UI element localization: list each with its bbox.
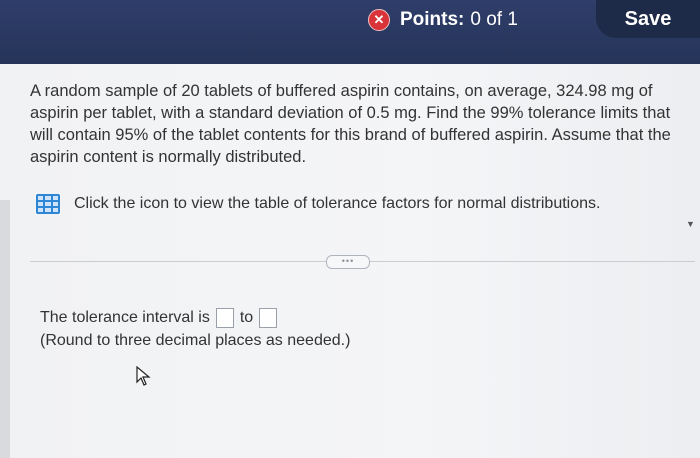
points-value: 0 of 1 [470, 9, 518, 30]
points-label: Points: [400, 9, 465, 30]
expand-more-button[interactable]: ••• [326, 255, 370, 269]
scroll-down-icon[interactable]: ▼ [686, 219, 695, 229]
window-edge [0, 200, 10, 458]
mouse-pointer-icon [136, 366, 151, 386]
answer-line: The tolerance interval is to [40, 308, 283, 328]
answer-prefix: The tolerance interval is [40, 309, 210, 326]
x-circle-icon: ✕ [368, 9, 390, 31]
tolerance-table-link[interactable]: Click the icon to view the table of tole… [36, 194, 600, 214]
table-icon[interactable] [36, 194, 60, 214]
question-panel: A random sample of 20 tablets of buffere… [0, 64, 700, 458]
save-button[interactable]: Save [596, 0, 700, 38]
question-text: A random sample of 20 tablets of buffere… [30, 82, 671, 166]
rounding-hint: (Round to three decimal places as needed… [40, 332, 351, 349]
answer-middle: to [239, 309, 254, 326]
lower-limit-input[interactable] [215, 308, 234, 328]
top-bar: ✕ Points: 0 of 1 Save [0, 0, 700, 64]
tolerance-table-label[interactable]: Click the icon to view the table of tole… [74, 195, 600, 213]
upper-limit-input[interactable] [259, 308, 278, 328]
points-status: ✕ Points: 0 of 1 [368, 6, 518, 34]
